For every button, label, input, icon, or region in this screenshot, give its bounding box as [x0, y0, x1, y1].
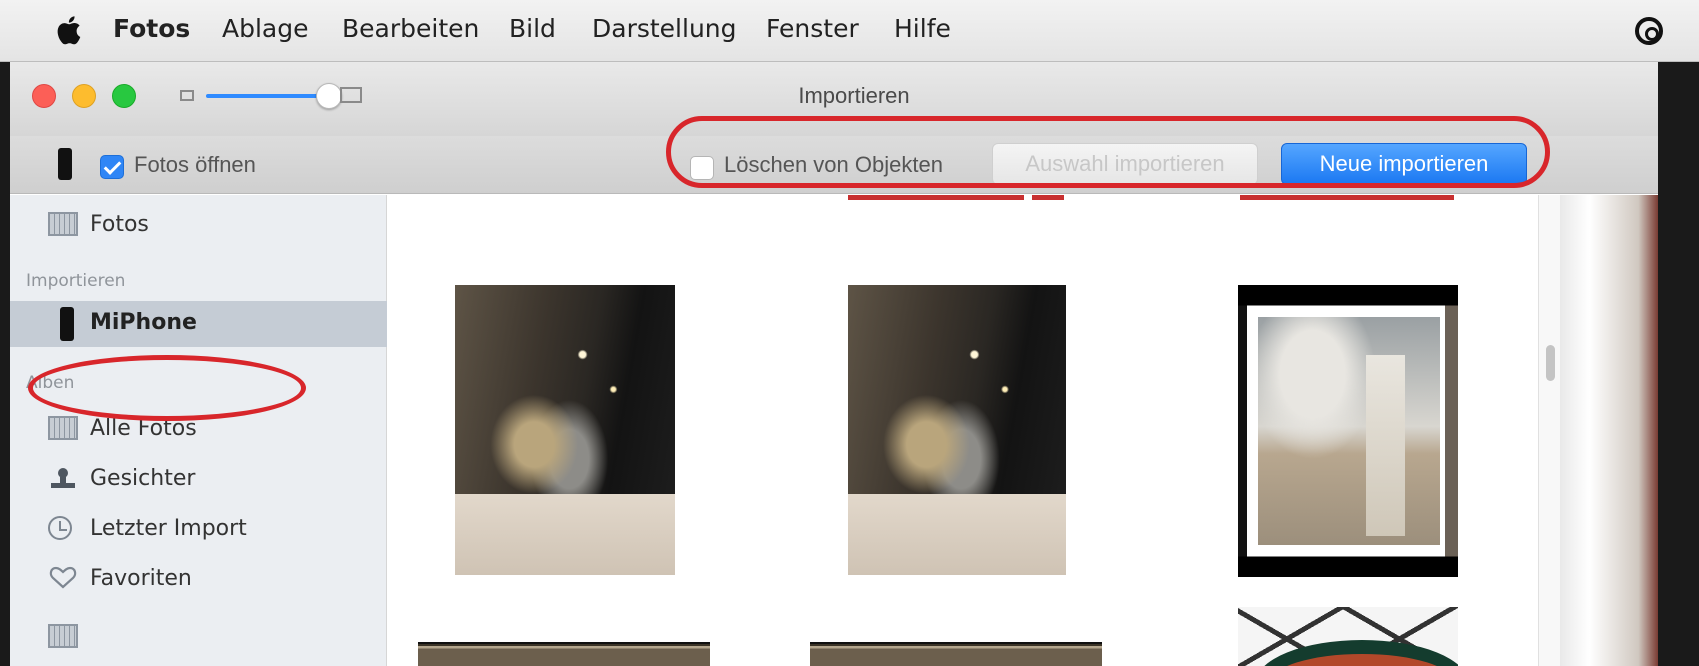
painting-canvas: [1257, 317, 1441, 545]
photo-thumbnail[interactable]: [418, 642, 710, 666]
menu-hilfe[interactable]: Hilfe: [894, 14, 951, 43]
photo-grid: [388, 195, 1538, 666]
photos-grid-icon: [48, 416, 78, 440]
device-phone-icon: [58, 148, 72, 180]
background-window-edge: [1560, 195, 1658, 666]
window-title: Importieren: [798, 83, 910, 108]
photo-thumbnail[interactable]: [455, 285, 675, 575]
tab-hint-bar: [848, 195, 1024, 200]
open-photos-checkbox[interactable]: [100, 155, 124, 179]
menu-app-name[interactable]: Fotos: [113, 14, 190, 43]
menu-darstellung[interactable]: Darstellung: [592, 14, 737, 43]
import-window: Importieren Fotos öffnen Löschen von Obj…: [10, 62, 1658, 666]
photo-thumbnail[interactable]: [810, 642, 1102, 666]
apple-logo-icon[interactable]: [55, 15, 81, 45]
menu-fenster[interactable]: Fenster: [766, 14, 859, 43]
sidebar-item-label: Letzter Import: [90, 516, 247, 541]
photo-thumbnail[interactable]: [1238, 607, 1458, 666]
sidebar-item-label: Gesichter: [90, 466, 196, 491]
annotation-oval-device: [28, 355, 306, 421]
control-center-icon[interactable]: [1635, 17, 1663, 45]
heart-icon: [49, 566, 77, 589]
sidebar-item-label: Fotos: [90, 212, 149, 237]
sidebar-item-photos[interactable]: Fotos: [10, 203, 387, 249]
sidebar-item-faces[interactable]: Gesichter: [10, 457, 387, 503]
sidebar-item-last-import[interactable]: Letzter Import: [10, 507, 387, 553]
annotation-oval-toolbar: [666, 116, 1550, 188]
scrollbar-thumb[interactable]: [1546, 345, 1555, 381]
tab-hint-bar: [1240, 195, 1454, 200]
photos-grid-icon: [48, 212, 78, 236]
sidebar-item-label: MiPhone: [90, 310, 197, 335]
faces-icon: [51, 468, 75, 488]
photo-grid-scrollbar[interactable]: [1538, 195, 1560, 666]
sidebar-item-favorites[interactable]: Favoriten: [10, 557, 387, 603]
clock-icon: [48, 516, 72, 540]
photo-thumbnail[interactable]: [848, 285, 1066, 575]
album-icon: [48, 624, 78, 648]
sidebar-item-device[interactable]: MiPhone: [10, 301, 387, 347]
menu-bearbeiten[interactable]: Bearbeiten: [342, 14, 479, 43]
sidebar-item-partial[interactable]: [10, 615, 387, 661]
device-phone-icon: [60, 307, 74, 341]
menu-bild[interactable]: Bild: [509, 14, 556, 43]
menu-bar: Fotos Ablage Bearbeiten Bild Darstellung…: [0, 0, 1699, 62]
photo-thumbnail[interactable]: [1238, 285, 1458, 577]
sidebar: Fotos Importieren MiPhone Alben Alle Fot…: [10, 195, 387, 666]
sidebar-header-import: Importieren: [26, 271, 126, 291]
menu-ablage[interactable]: Ablage: [222, 14, 309, 43]
sidebar-item-label: Favoriten: [90, 566, 192, 591]
painting-tower: [1365, 355, 1406, 537]
tab-hint-bar: [1032, 195, 1064, 200]
open-photos-label[interactable]: Fotos öffnen: [134, 152, 256, 178]
